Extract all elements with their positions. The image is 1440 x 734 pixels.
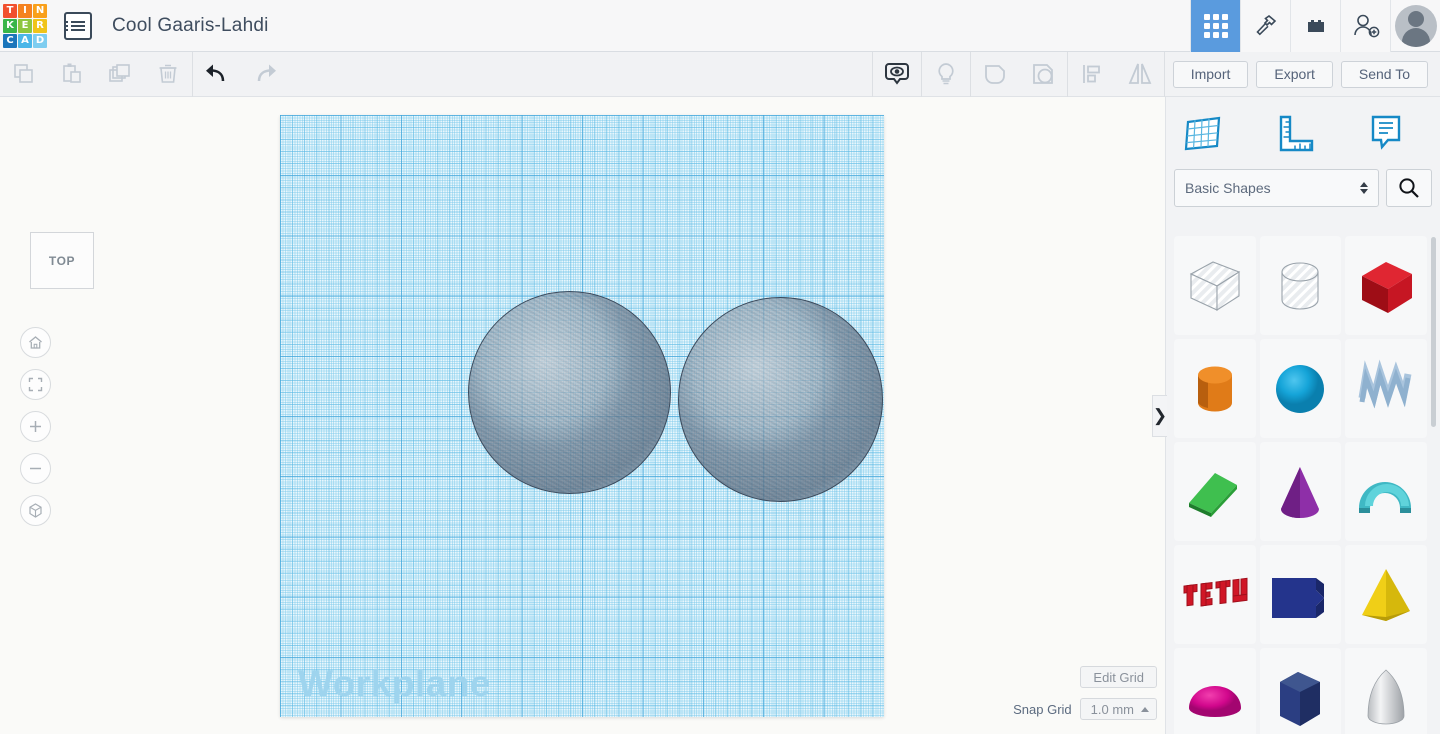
add-person-icon[interactable] <box>1340 0 1390 52</box>
shape-dome[interactable] <box>1174 648 1256 734</box>
logo-tile-n: N <box>33 4 47 18</box>
sphere-right[interactable] <box>678 297 883 502</box>
shapes-panel: ❯ Basic Shapes <box>1165 97 1440 734</box>
zoom-out-icon[interactable] <box>20 453 51 484</box>
export-button[interactable]: Export <box>1256 61 1332 88</box>
shape-pyramid[interactable] <box>1345 545 1427 644</box>
list-menu-icon[interactable] <box>64 12 92 40</box>
workplane-grid-icon[interactable] <box>1176 110 1228 156</box>
snap-grid-label: Snap Grid <box>1013 702 1072 717</box>
shape-box[interactable] <box>1345 236 1427 335</box>
logo-tile-d: D <box>33 34 47 48</box>
workplane-grid[interactable]: Workplane <box>280 115 884 717</box>
panel-filter-row: Basic Shapes <box>1166 169 1440 207</box>
apps-grid-icon[interactable] <box>1190 0 1240 52</box>
shape-polygon-box[interactable] <box>1260 545 1342 644</box>
lego-brick-icon[interactable] <box>1290 0 1340 52</box>
shape-scribble[interactable] <box>1345 339 1427 438</box>
panel-header-icons <box>1166 97 1440 169</box>
home-view-icon[interactable] <box>20 327 51 358</box>
shape-category-select[interactable]: Basic Shapes <box>1174 169 1379 207</box>
snap-grid-control: Snap Grid 1.0 mm <box>1013 698 1157 720</box>
logo-tile-e: E <box>18 19 32 33</box>
avatar[interactable] <box>1390 0 1440 52</box>
shape-library-grid[interactable] <box>1166 228 1440 734</box>
note-comment-icon[interactable] <box>1360 110 1412 156</box>
mirror-flip-icon[interactable] <box>1116 52 1164 97</box>
logo-tile-c: C <box>3 34 17 48</box>
send-to-button[interactable]: Send To <box>1341 61 1428 88</box>
lightbulb-icon[interactable] <box>922 52 970 97</box>
logo-tile-a: A <box>18 34 32 48</box>
snap-grid-dropdown[interactable]: 1.0 mm <box>1080 698 1157 720</box>
hammer-icon[interactable] <box>1240 0 1290 52</box>
ruler-icon[interactable] <box>1268 110 1320 156</box>
search-icon[interactable] <box>1386 169 1432 207</box>
delete-trash-icon[interactable] <box>144 52 192 97</box>
chevron-updown-icon <box>1360 182 1368 194</box>
logo-tile-t: T <box>3 4 17 18</box>
paste-icon[interactable] <box>48 52 96 97</box>
shape-category-value: Basic Shapes <box>1185 180 1271 196</box>
edit-toolbar: Import Export Send To <box>0 52 1440 97</box>
shape-cylinder-hole[interactable] <box>1260 236 1342 335</box>
shape-text[interactable] <box>1174 545 1256 644</box>
zoom-in-icon[interactable] <box>20 411 51 442</box>
top-bar: TIN KER CAD Cool Gaaris-Lahdi <box>0 0 1440 52</box>
shape-roof[interactable] <box>1174 442 1256 541</box>
shape-cylinder[interactable] <box>1174 339 1256 438</box>
top-bar-actions <box>1190 0 1440 52</box>
import-button[interactable]: Import <box>1173 61 1249 88</box>
undo-icon[interactable] <box>193 52 241 97</box>
sphere-left[interactable] <box>468 291 671 494</box>
align-icon[interactable] <box>1068 52 1116 97</box>
group-shapes-icon[interactable] <box>1019 52 1067 97</box>
logo-tile-k: K <box>3 19 17 33</box>
shape-box-hole[interactable] <box>1174 236 1256 335</box>
redo-icon[interactable] <box>241 52 289 97</box>
tinkercad-logo[interactable]: TIN KER CAD <box>2 3 48 49</box>
caret-up-icon <box>1141 707 1149 712</box>
shape-cone[interactable] <box>1260 442 1342 541</box>
duplicate-icon[interactable] <box>96 52 144 97</box>
design-canvas[interactable]: Workplane TOP Edit Grid Snap Grid <box>0 97 1165 734</box>
workplane-label: Workplane <box>298 663 491 705</box>
shape-paraboloid[interactable] <box>1345 648 1427 734</box>
logo-tile-r: R <box>33 19 47 33</box>
edit-grid-button[interactable]: Edit Grid <box>1080 666 1157 688</box>
snap-grid-value: 1.0 mm <box>1091 702 1134 717</box>
shape-sphere[interactable] <box>1260 339 1342 438</box>
toolbar-divider <box>1164 52 1165 97</box>
logo-tile-i: I <box>18 4 32 18</box>
visibility-eye-icon[interactable] <box>873 52 921 97</box>
shape-blob-icon[interactable] <box>971 52 1019 97</box>
perspective-toggle-icon[interactable] <box>20 495 51 526</box>
view-cube[interactable]: TOP <box>30 232 94 289</box>
panel-scrollbar[interactable] <box>1431 237 1436 427</box>
copy-icon[interactable] <box>0 52 48 97</box>
shape-tube-arch[interactable] <box>1345 442 1427 541</box>
fit-to-view-icon[interactable] <box>20 369 51 400</box>
shape-hex-prism[interactable] <box>1260 648 1342 734</box>
chevron-right-icon[interactable]: ❯ <box>1152 395 1167 437</box>
page-title: Cool Gaaris-Lahdi <box>112 15 269 37</box>
